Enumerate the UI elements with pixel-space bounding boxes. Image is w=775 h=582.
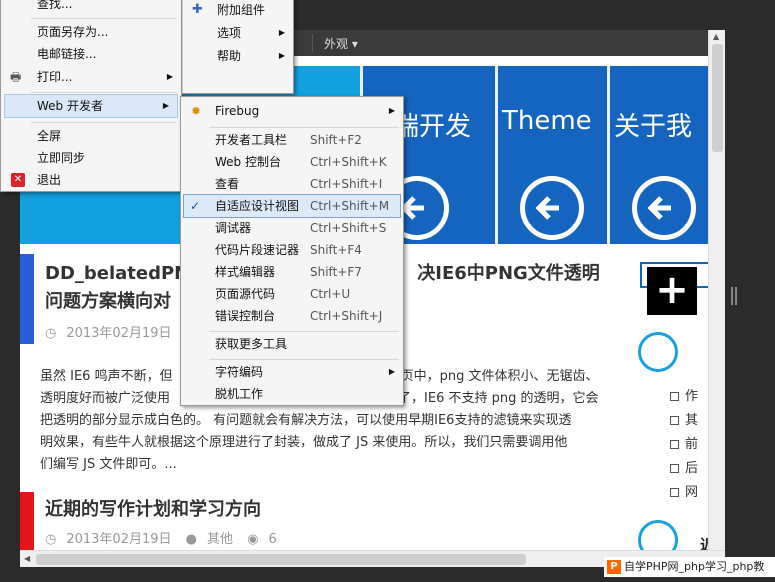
menu-item-page-source[interactable]: 页面源代码 Ctrl+U — [181, 283, 403, 305]
sidebar-item[interactable]: 作 — [670, 385, 698, 404]
puzzle-icon: ✚ — [192, 2, 203, 17]
tile-label: 端开发 — [393, 112, 472, 142]
menu-item-addons[interactable]: ✚ 附加组件 — [183, 0, 293, 21]
menu-item-exit[interactable]: ✕ 退出 — [1, 169, 181, 191]
menu-item-style-editor[interactable]: 样式编辑器 Shift+F7 — [181, 261, 403, 283]
menu-item-character-encoding[interactable]: 字符编码 ▶ — [181, 361, 403, 383]
arrow-left-circle-icon — [520, 176, 584, 240]
post-category[interactable]: 其他 — [207, 532, 233, 547]
menu-item-firebug[interactable]: ✹ Firebug ▶ — [181, 100, 403, 122]
resize-grip[interactable] — [731, 287, 737, 305]
sidebar-item[interactable]: 其 — [670, 409, 698, 428]
checkmark-icon: ✓ — [190, 199, 201, 213]
menu-item-debugger[interactable]: 调试器 Ctrl+Shift+S — [181, 217, 403, 239]
info-icon: ● — [185, 532, 197, 547]
scrollbar-thumb[interactable] — [36, 554, 526, 565]
menu-separator — [31, 18, 177, 19]
sidebar-item[interactable]: 前 — [670, 433, 698, 452]
comment-icon: ◉ — [247, 532, 259, 547]
menu-item-find[interactable]: 查找... — [1, 0, 181, 15]
menu-separator — [209, 331, 399, 332]
banner-tiles: 端开发 Theme 关于我 — [360, 66, 710, 244]
menu-item-sync-now[interactable]: 立即同步 — [1, 147, 181, 169]
scroll-up-icon[interactable]: ▲ — [713, 32, 719, 41]
menu-item-inspect[interactable]: 查看 Ctrl+Shift+I — [181, 173, 403, 195]
menu-separator — [209, 359, 399, 360]
printer-icon: 🖶 — [10, 70, 22, 84]
watermark: P 自学PHP网_php学习_php教 — [604, 557, 775, 577]
scroll-left-icon[interactable]: ◀ — [24, 554, 30, 563]
php-logo-icon: P — [607, 560, 621, 574]
menu-separator — [31, 92, 177, 93]
menu-item-help[interactable]: 帮助 ▶ — [183, 45, 293, 67]
post-color-bar — [20, 492, 34, 550]
tile-label: 关于我 — [614, 112, 693, 142]
firebug-icon: ✹ — [191, 104, 202, 118]
scrollbar-thumb[interactable] — [712, 44, 723, 152]
menu-item-web-console[interactable]: Web 控制台 Ctrl+Shift+K — [181, 151, 403, 173]
nav-divider — [312, 34, 313, 52]
menu-item-scratchpad[interactable]: 代码片段速记器 Shift+F4 — [181, 239, 403, 261]
clock-icon: ◷ — [45, 532, 57, 547]
menu-item-responsive-design-view[interactable]: ✓ 自适应设计视图 Ctrl+Shift+M — [183, 194, 401, 218]
menu-item-developer-toolbar[interactable]: 开发者工具栏 Shift+F2 — [181, 129, 403, 151]
post-color-bar — [20, 254, 34, 344]
sidebar-item[interactable]: 后 — [670, 457, 698, 476]
menu-item-options[interactable]: 选项 ▶ — [183, 22, 293, 44]
post-comments[interactable]: 6 — [269, 532, 277, 547]
tile-label: Theme — [502, 106, 592, 136]
menu-item-web-developer[interactable]: Web 开发者 ▶ — [4, 94, 178, 118]
menu-item-get-more-tools[interactable]: 获取更多工具 — [181, 333, 403, 355]
firefox-main-menu: 查找... 页面另存为... 电邮链接... 🖶 打印... ▶ Web 开发者 ▶… — [0, 0, 182, 192]
menu-separator — [209, 127, 399, 128]
menu-item-fullscreen[interactable]: 全屏 — [1, 125, 181, 147]
vertical-scrollbar[interactable]: ▲ — [708, 30, 725, 550]
arrow-left-circle-icon — [632, 176, 696, 240]
arrow-right-circle-icon — [638, 332, 678, 372]
post-title[interactable]: 近期的写作计划和学习方向 — [45, 496, 261, 524]
menu-separator — [31, 122, 177, 123]
web-developer-submenu: ✹ Firebug ▶ 开发者工具栏 Shift+F2 Web 控制台 Ctrl+Sh… — [180, 96, 404, 406]
menu-item-error-console[interactable]: 错误控制台 Ctrl+Shift+J — [181, 305, 403, 327]
arrow-right-circle-icon — [638, 520, 678, 550]
banner-tile-about[interactable]: 关于我 — [607, 66, 710, 244]
clock-icon: ◷ — [45, 326, 57, 341]
menu-item-work-offline[interactable]: 脱机工作 — [181, 383, 403, 405]
firefox-menu-right-column: ✚ 附加组件 选项 ▶ 帮助 ▶ — [182, 0, 294, 94]
post-meta: ◷ 2013年02月19日 — [45, 322, 182, 341]
exit-icon: ✕ — [11, 173, 25, 187]
post-meta: ◷ 2013年02月19日 ● 其他 ◉ 6 — [45, 528, 287, 547]
sidebar-item[interactable]: 网 — [670, 481, 698, 500]
plus-button[interactable]: + — [647, 267, 697, 315]
menu-item-email-link[interactable]: 电邮链接... — [1, 43, 181, 65]
menu-item-save-as[interactable]: 页面另存为... — [1, 21, 181, 43]
post-date: 2013年02月19日 — [66, 532, 172, 547]
post-date: 2013年02月19日 — [66, 326, 172, 341]
banner-tile-theme[interactable]: Theme — [495, 66, 605, 244]
nav-item-appearance[interactable]: 外观 ▾ — [324, 35, 358, 52]
menu-item-print[interactable]: 🖶 打印... ▶ — [1, 66, 181, 88]
